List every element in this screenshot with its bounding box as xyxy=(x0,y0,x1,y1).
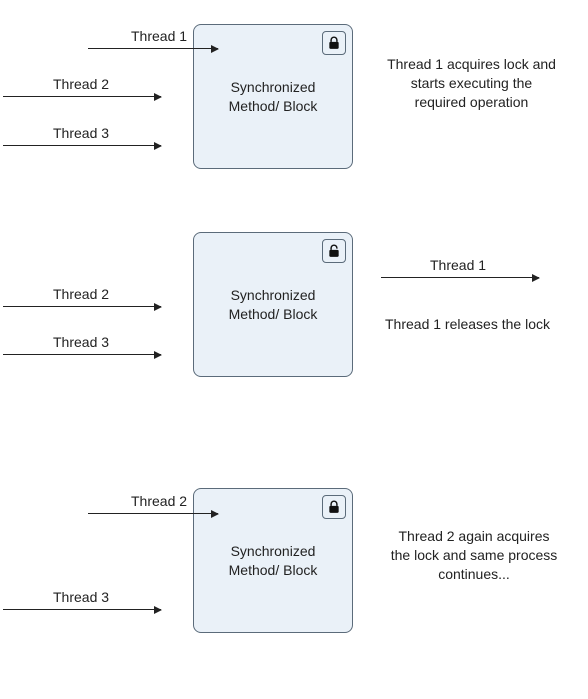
arrow-thread3-stage3 xyxy=(3,609,161,610)
sync-block-label: Synchronized Method/ Block xyxy=(208,542,338,578)
arrow-thread3-stage2 xyxy=(3,354,161,355)
arrow-label-thread2-stage3: Thread 2 xyxy=(131,493,187,509)
sync-block-stage2: Synchronized Method/ Block xyxy=(193,232,353,377)
stage2-description: Thread 1 releases the lock xyxy=(380,315,555,334)
sync-block-label: Synchronized Method/ Block xyxy=(208,78,338,114)
sync-block-label: Synchronized Method/ Block xyxy=(208,286,338,322)
arrow-label-thread3-stage1: Thread 3 xyxy=(53,125,109,141)
arrow-label-thread2-stage1: Thread 2 xyxy=(53,76,109,92)
arrow-thread3-stage1 xyxy=(3,145,161,146)
unlock-icon xyxy=(322,239,346,263)
arrow-thread2-stage1 xyxy=(3,96,161,97)
arrow-label-thread2-stage2: Thread 2 xyxy=(53,286,109,302)
lock-icon xyxy=(322,31,346,55)
arrow-label-thread1-stage1: Thread 1 xyxy=(131,28,187,44)
arrow-thread1-stage1 xyxy=(88,48,218,49)
arrow-thread2-stage3 xyxy=(88,513,218,514)
stage3-description: Thread 2 again acquires the lock and sam… xyxy=(389,527,559,584)
arrow-thread1-out-stage2 xyxy=(381,277,539,278)
arrow-thread2-stage2 xyxy=(3,306,161,307)
lock-icon xyxy=(322,495,346,519)
arrow-label-thread3-stage3: Thread 3 xyxy=(53,589,109,605)
stage1-description: Thread 1 acquires lock and starts execut… xyxy=(384,55,559,112)
arrow-label-thread1-out-stage2: Thread 1 xyxy=(430,257,486,273)
arrow-label-thread3-stage2: Thread 3 xyxy=(53,334,109,350)
